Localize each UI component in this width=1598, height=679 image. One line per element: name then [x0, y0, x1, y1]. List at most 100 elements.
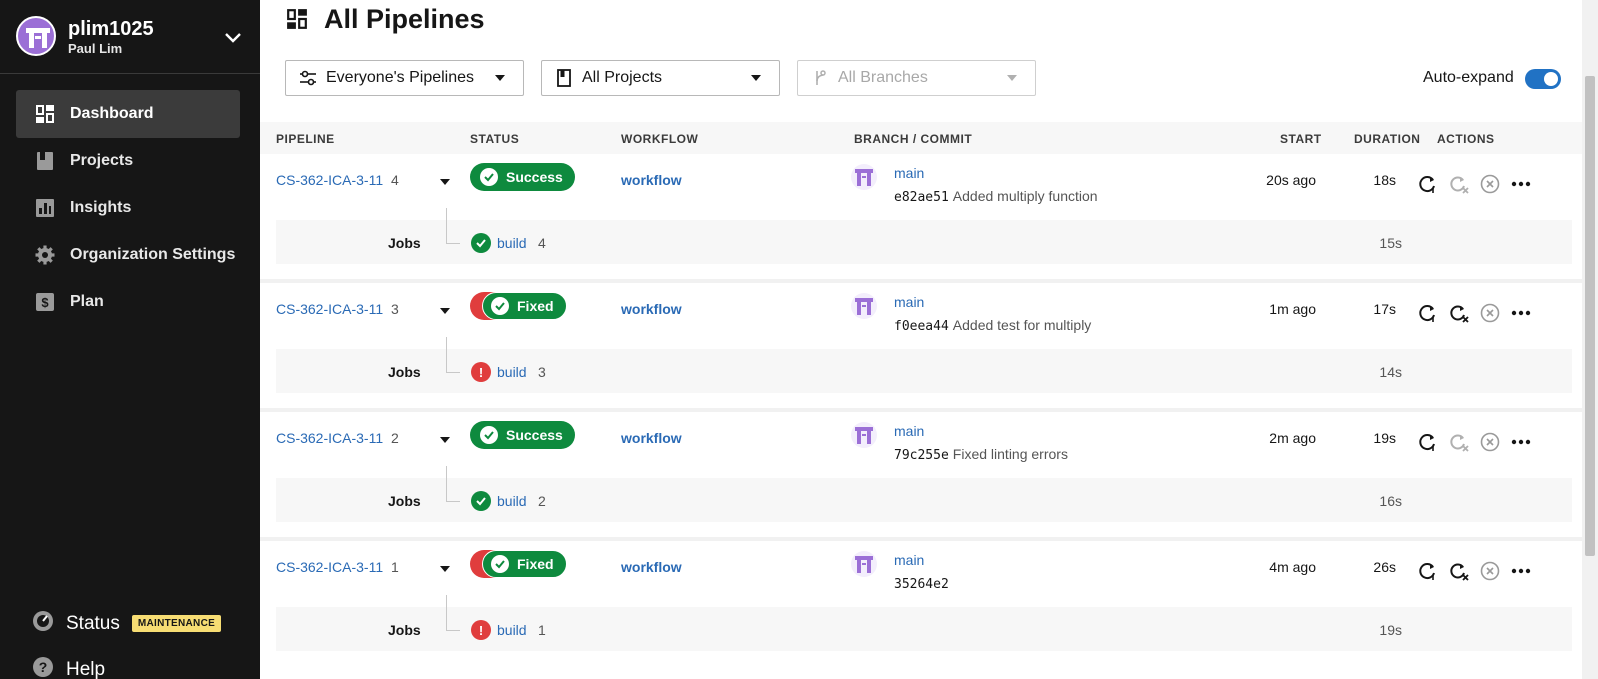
sidebar-item-organization-settings[interactable]: Organization Settings: [16, 231, 240, 279]
duration: 26s: [1373, 559, 1396, 575]
projects-filter-dropdown[interactable]: All Projects: [541, 60, 780, 96]
sidebar-item-label: Plan: [70, 293, 104, 310]
rerun-failed-icon[interactable]: [1448, 302, 1470, 324]
auto-expand-label: Auto-expand: [1423, 69, 1514, 86]
sidebar-item-insights[interactable]: Insights: [16, 184, 240, 232]
branches-filter-value: All Branches: [838, 69, 928, 86]
sidebar-item-label: Projects: [70, 152, 134, 169]
org-avatar: [16, 16, 56, 56]
pipelines-filter-dropdown[interactable]: Everyone's Pipelines: [285, 60, 524, 96]
rerun-failed-icon[interactable]: [1448, 173, 1470, 195]
rerun-icon[interactable]: [1417, 302, 1439, 324]
branches-filter-dropdown: All Branches: [797, 60, 1036, 96]
column-header-pipeline: PIPELINE: [276, 132, 335, 146]
column-header-duration: DURATION: [1354, 132, 1421, 146]
workflow-link[interactable]: workflow: [621, 559, 682, 575]
branch-link[interactable]: main: [894, 423, 924, 439]
pipeline-row: CS-362-ICA-3-11 1 Fixed workflow main 35…: [260, 541, 1582, 666]
pipeline-link[interactable]: CS-362-ICA-3-11: [276, 172, 383, 188]
expand-caret-icon[interactable]: [440, 308, 450, 314]
committer-avatar: [850, 163, 878, 191]
pipeline-number: 2: [391, 430, 399, 446]
pipeline-number: 1: [391, 559, 399, 575]
duration: 19s: [1373, 430, 1396, 446]
sidebar-item-plan[interactable]: $ Plan: [16, 278, 240, 326]
branch-link[interactable]: main: [894, 552, 924, 568]
cancel-icon[interactable]: [1479, 560, 1501, 582]
job-link[interactable]: build: [497, 622, 527, 638]
workflow-link[interactable]: workflow: [621, 301, 682, 317]
pipeline-row: CS-362-ICA-3-11 3 Fixed workflow main f0…: [260, 283, 1582, 408]
commit-info: 79c255e Fixed linting errors: [894, 446, 1068, 463]
workflow-link[interactable]: workflow: [621, 430, 682, 446]
rerun-icon[interactable]: [1417, 431, 1439, 453]
commit-sha[interactable]: f0eea44: [894, 319, 949, 334]
status-badge: Fixed: [470, 292, 567, 320]
caret-down-icon: [751, 75, 761, 81]
user-name: Paul Lim: [68, 41, 123, 56]
jobs-row: Jobs build 2 16s: [276, 466, 1572, 522]
pipeline-link[interactable]: CS-362-ICA-3-11: [276, 559, 383, 575]
sidebar-item-label: Dashboard: [70, 105, 154, 122]
cancel-icon[interactable]: [1479, 431, 1501, 453]
sidebar-item-dashboard[interactable]: Dashboard: [16, 90, 240, 138]
rerun-icon[interactable]: [1417, 560, 1439, 582]
status-text: Fixed: [517, 556, 554, 572]
chevron-down-icon[interactable]: [222, 26, 244, 48]
commit-sha[interactable]: 79c255e: [894, 448, 949, 463]
status-text: Success: [506, 169, 563, 185]
job-link[interactable]: build: [497, 493, 527, 509]
commit-sha[interactable]: e82ae51: [894, 190, 949, 205]
expand-caret-icon[interactable]: [440, 566, 450, 572]
cancel-icon[interactable]: [1479, 302, 1501, 324]
status-link[interactable]: Status MAINTENANCE: [32, 610, 222, 637]
column-header-status: STATUS: [470, 132, 520, 146]
toggle-knob: [1544, 72, 1558, 86]
more-options-icon[interactable]: [1510, 173, 1532, 195]
job-number: 1: [538, 622, 546, 638]
auto-expand-toggle[interactable]: [1525, 69, 1561, 89]
rerun-failed-icon[interactable]: [1448, 431, 1470, 453]
column-header-workflow: WORKFLOW: [621, 132, 699, 146]
help-icon: ?: [32, 656, 54, 679]
branch-link[interactable]: main: [894, 294, 924, 310]
commit-sha[interactable]: 35264e2: [894, 577, 949, 592]
column-header-start: START: [1280, 132, 1322, 146]
jobs-label: Jobs: [388, 235, 421, 251]
pipeline-link[interactable]: CS-362-ICA-3-11: [276, 301, 383, 317]
caret-down-icon: [495, 75, 505, 81]
commit-info: f0eea44 Added test for multiply: [894, 317, 1091, 334]
more-options-icon[interactable]: [1510, 431, 1532, 453]
pipeline-number: 3: [391, 301, 399, 317]
fixed-indicator: Fixed: [482, 550, 567, 578]
scrollbar-thumb[interactable]: [1585, 76, 1595, 556]
svg-text:?: ?: [39, 659, 48, 675]
job-link[interactable]: build: [497, 235, 527, 251]
sidebar-item-label: Organization Settings: [70, 246, 236, 263]
pipeline-row: CS-362-ICA-3-11 2 Success workflow main …: [260, 412, 1582, 537]
expand-caret-icon[interactable]: [440, 179, 450, 185]
pipeline-link[interactable]: CS-362-ICA-3-11: [276, 430, 383, 446]
more-options-icon[interactable]: [1510, 560, 1532, 582]
job-duration: 15s: [1379, 235, 1402, 251]
filter-icon: [299, 69, 317, 87]
pipeline-number: 4: [391, 172, 399, 188]
table-header: PIPELINE STATUS WORKFLOW BRANCH / COMMIT…: [260, 122, 1582, 154]
jobs-row: Jobs ! build 1 19s: [276, 595, 1572, 651]
org-switcher[interactable]: plim1025 Paul Lim: [0, 0, 260, 74]
job-link[interactable]: build: [497, 364, 527, 380]
tree-connector: [446, 595, 460, 631]
more-options-icon[interactable]: [1510, 302, 1532, 324]
tree-connector: [446, 466, 460, 502]
scrollbar[interactable]: [1582, 0, 1598, 679]
expand-caret-icon[interactable]: [440, 437, 450, 443]
cancel-icon[interactable]: [1479, 173, 1501, 195]
workflow-link[interactable]: workflow: [621, 172, 682, 188]
rerun-icon[interactable]: [1417, 173, 1439, 195]
help-link[interactable]: ? Help: [32, 656, 105, 679]
check-circle-icon: [480, 426, 498, 444]
rerun-failed-icon[interactable]: [1448, 560, 1470, 582]
branch-link[interactable]: main: [894, 165, 924, 181]
sidebar-item-projects[interactable]: Projects: [16, 137, 240, 185]
start-time: 20s ago: [1266, 172, 1316, 188]
